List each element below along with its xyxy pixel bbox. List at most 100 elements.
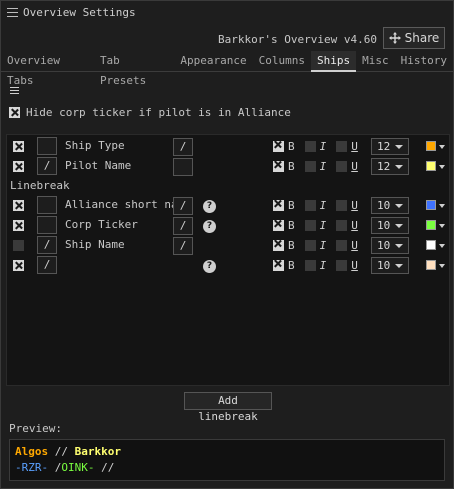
options-menu-icon[interactable] — [10, 87, 19, 94]
font-size-value: 12 — [377, 160, 391, 173]
color-swatch[interactable] — [426, 200, 436, 210]
preview-line-2: -RZR- /OINK- // — [15, 460, 439, 476]
font-size-dropdown[interactable]: 12 — [371, 158, 409, 175]
share-button-label: Share — [404, 31, 440, 45]
chevron-down-icon — [395, 224, 403, 228]
tab-misc[interactable]: Misc — [356, 51, 395, 71]
add-linebreak-button[interactable]: Add linebreak — [184, 392, 272, 423]
prefix-field[interactable]: / — [37, 157, 57, 175]
hide-corp-ticker-checkbox[interactable] — [9, 106, 20, 118]
underline-letter: U — [351, 239, 358, 252]
font-size-dropdown[interactable]: 10 — [371, 197, 409, 214]
italic-checkbox[interactable] — [304, 161, 316, 172]
hide-corp-ticker-option[interactable]: Hide corp ticker if pilot is in Alliance — [9, 105, 291, 119]
bold-checkbox[interactable] — [273, 220, 284, 231]
prefix-field[interactable] — [37, 137, 57, 155]
format-options: B I U — [273, 239, 368, 252]
bold-checkbox[interactable] — [273, 141, 284, 152]
hide-corp-ticker-label: Hide corp ticker if pilot is in Alliance — [26, 105, 291, 119]
row-enabled-checkbox[interactable] — [13, 161, 24, 172]
italic-checkbox[interactable] — [304, 240, 316, 251]
suffix-field[interactable]: / — [173, 138, 193, 156]
help-icon[interactable]: ? — [203, 220, 216, 233]
row-enabled-checkbox[interactable] — [13, 260, 24, 271]
row-enabled-checkbox[interactable] — [13, 141, 24, 152]
tab-appearance[interactable]: Appearance — [174, 51, 252, 71]
help-icon[interactable]: ? — [203, 260, 216, 273]
italic-letter: I — [319, 199, 327, 212]
font-size-value: 10 — [377, 259, 391, 272]
preview-pilot-name: Barkkor — [74, 445, 121, 458]
prefix-field[interactable]: / — [37, 236, 57, 254]
overview-header: Barkkor's Overview v4.60 Share — [1, 27, 453, 51]
underline-checkbox[interactable] — [336, 240, 348, 251]
color-swatch[interactable] — [426, 260, 436, 270]
tab-overview-tabs[interactable]: Overview Tabs — [1, 51, 94, 87]
label-row-pilot-name: / Pilot Name B I U 12 — [7, 157, 451, 177]
prefix-field[interactable] — [37, 216, 57, 234]
suffix-field[interactable]: / — [173, 237, 193, 255]
bold-letter: B — [288, 239, 295, 252]
label-row-corp-ticker: Corp Ticker / ? B I U 10 — [7, 216, 451, 236]
italic-checkbox[interactable] — [304, 260, 316, 271]
color-picker-chevron-icon[interactable] — [439, 244, 445, 248]
color-swatch[interactable] — [426, 220, 436, 230]
label-row-unnamed: / ? B I U 10 — [7, 256, 451, 276]
color-swatch[interactable] — [426, 161, 436, 171]
underline-checkbox[interactable] — [336, 161, 348, 172]
color-picker-chevron-icon[interactable] — [439, 264, 445, 268]
color-picker-chevron-icon[interactable] — [439, 204, 445, 208]
italic-checkbox[interactable] — [304, 220, 316, 231]
tab-tab-presets[interactable]: Tab Presets — [94, 51, 174, 87]
color-swatch[interactable] — [426, 240, 436, 250]
window-menu-icon[interactable] — [6, 6, 19, 19]
title-bar[interactable]: Overview Settings — [1, 1, 453, 23]
row-enabled-checkbox[interactable] — [13, 240, 24, 251]
format-options: B I U — [273, 160, 368, 173]
bold-checkbox[interactable] — [273, 240, 284, 251]
color-picker-chevron-icon[interactable] — [439, 145, 445, 149]
bold-letter: B — [288, 140, 295, 153]
color-picker-chevron-icon[interactable] — [439, 165, 445, 169]
settings-tabs: Overview Tabs Tab Presets Appearance Col… — [1, 51, 453, 87]
row-label: Corp Ticker — [65, 218, 138, 231]
italic-checkbox[interactable] — [304, 141, 316, 152]
underline-letter: U — [351, 199, 358, 212]
suffix-field[interactable]: / — [173, 217, 193, 235]
tab-columns[interactable]: Columns — [253, 51, 311, 71]
suffix-field[interactable] — [173, 158, 193, 176]
row-enabled-checkbox[interactable] — [13, 220, 24, 231]
prefix-field[interactable]: / — [37, 256, 57, 274]
tab-ships[interactable]: Ships — [311, 51, 357, 72]
underline-checkbox[interactable] — [336, 260, 348, 271]
preview-separator: // — [48, 445, 75, 458]
row-label: Ship Name — [65, 238, 125, 251]
font-size-dropdown[interactable]: 10 — [371, 217, 409, 234]
color-picker-chevron-icon[interactable] — [439, 224, 445, 228]
font-size-dropdown[interactable]: 10 — [371, 257, 409, 274]
share-button[interactable]: Share — [383, 27, 445, 49]
prefix-field[interactable] — [37, 196, 57, 214]
font-size-dropdown[interactable]: 12 — [371, 138, 409, 155]
tab-history[interactable]: History — [395, 51, 453, 71]
font-size-value: 10 — [377, 219, 391, 232]
underline-letter: U — [351, 140, 358, 153]
bold-checkbox[interactable] — [273, 200, 284, 211]
color-swatch[interactable] — [426, 141, 436, 151]
underline-checkbox[interactable] — [336, 141, 348, 152]
suffix-field[interactable]: / — [173, 197, 193, 215]
format-options: B I U — [273, 259, 368, 272]
bold-checkbox[interactable] — [273, 161, 284, 172]
format-options: B I U — [273, 219, 368, 232]
font-size-dropdown[interactable]: 10 — [371, 237, 409, 254]
help-icon[interactable]: ? — [203, 200, 216, 213]
italic-letter: I — [319, 259, 327, 272]
italic-checkbox[interactable] — [304, 200, 316, 211]
bold-checkbox[interactable] — [273, 260, 284, 271]
linebreak-label: Linebreak — [10, 179, 70, 192]
underline-checkbox[interactable] — [336, 220, 348, 231]
underline-checkbox[interactable] — [336, 200, 348, 211]
row-label: Alliance short name — [65, 198, 191, 211]
bold-letter: B — [288, 199, 295, 212]
row-enabled-checkbox[interactable] — [13, 200, 24, 211]
